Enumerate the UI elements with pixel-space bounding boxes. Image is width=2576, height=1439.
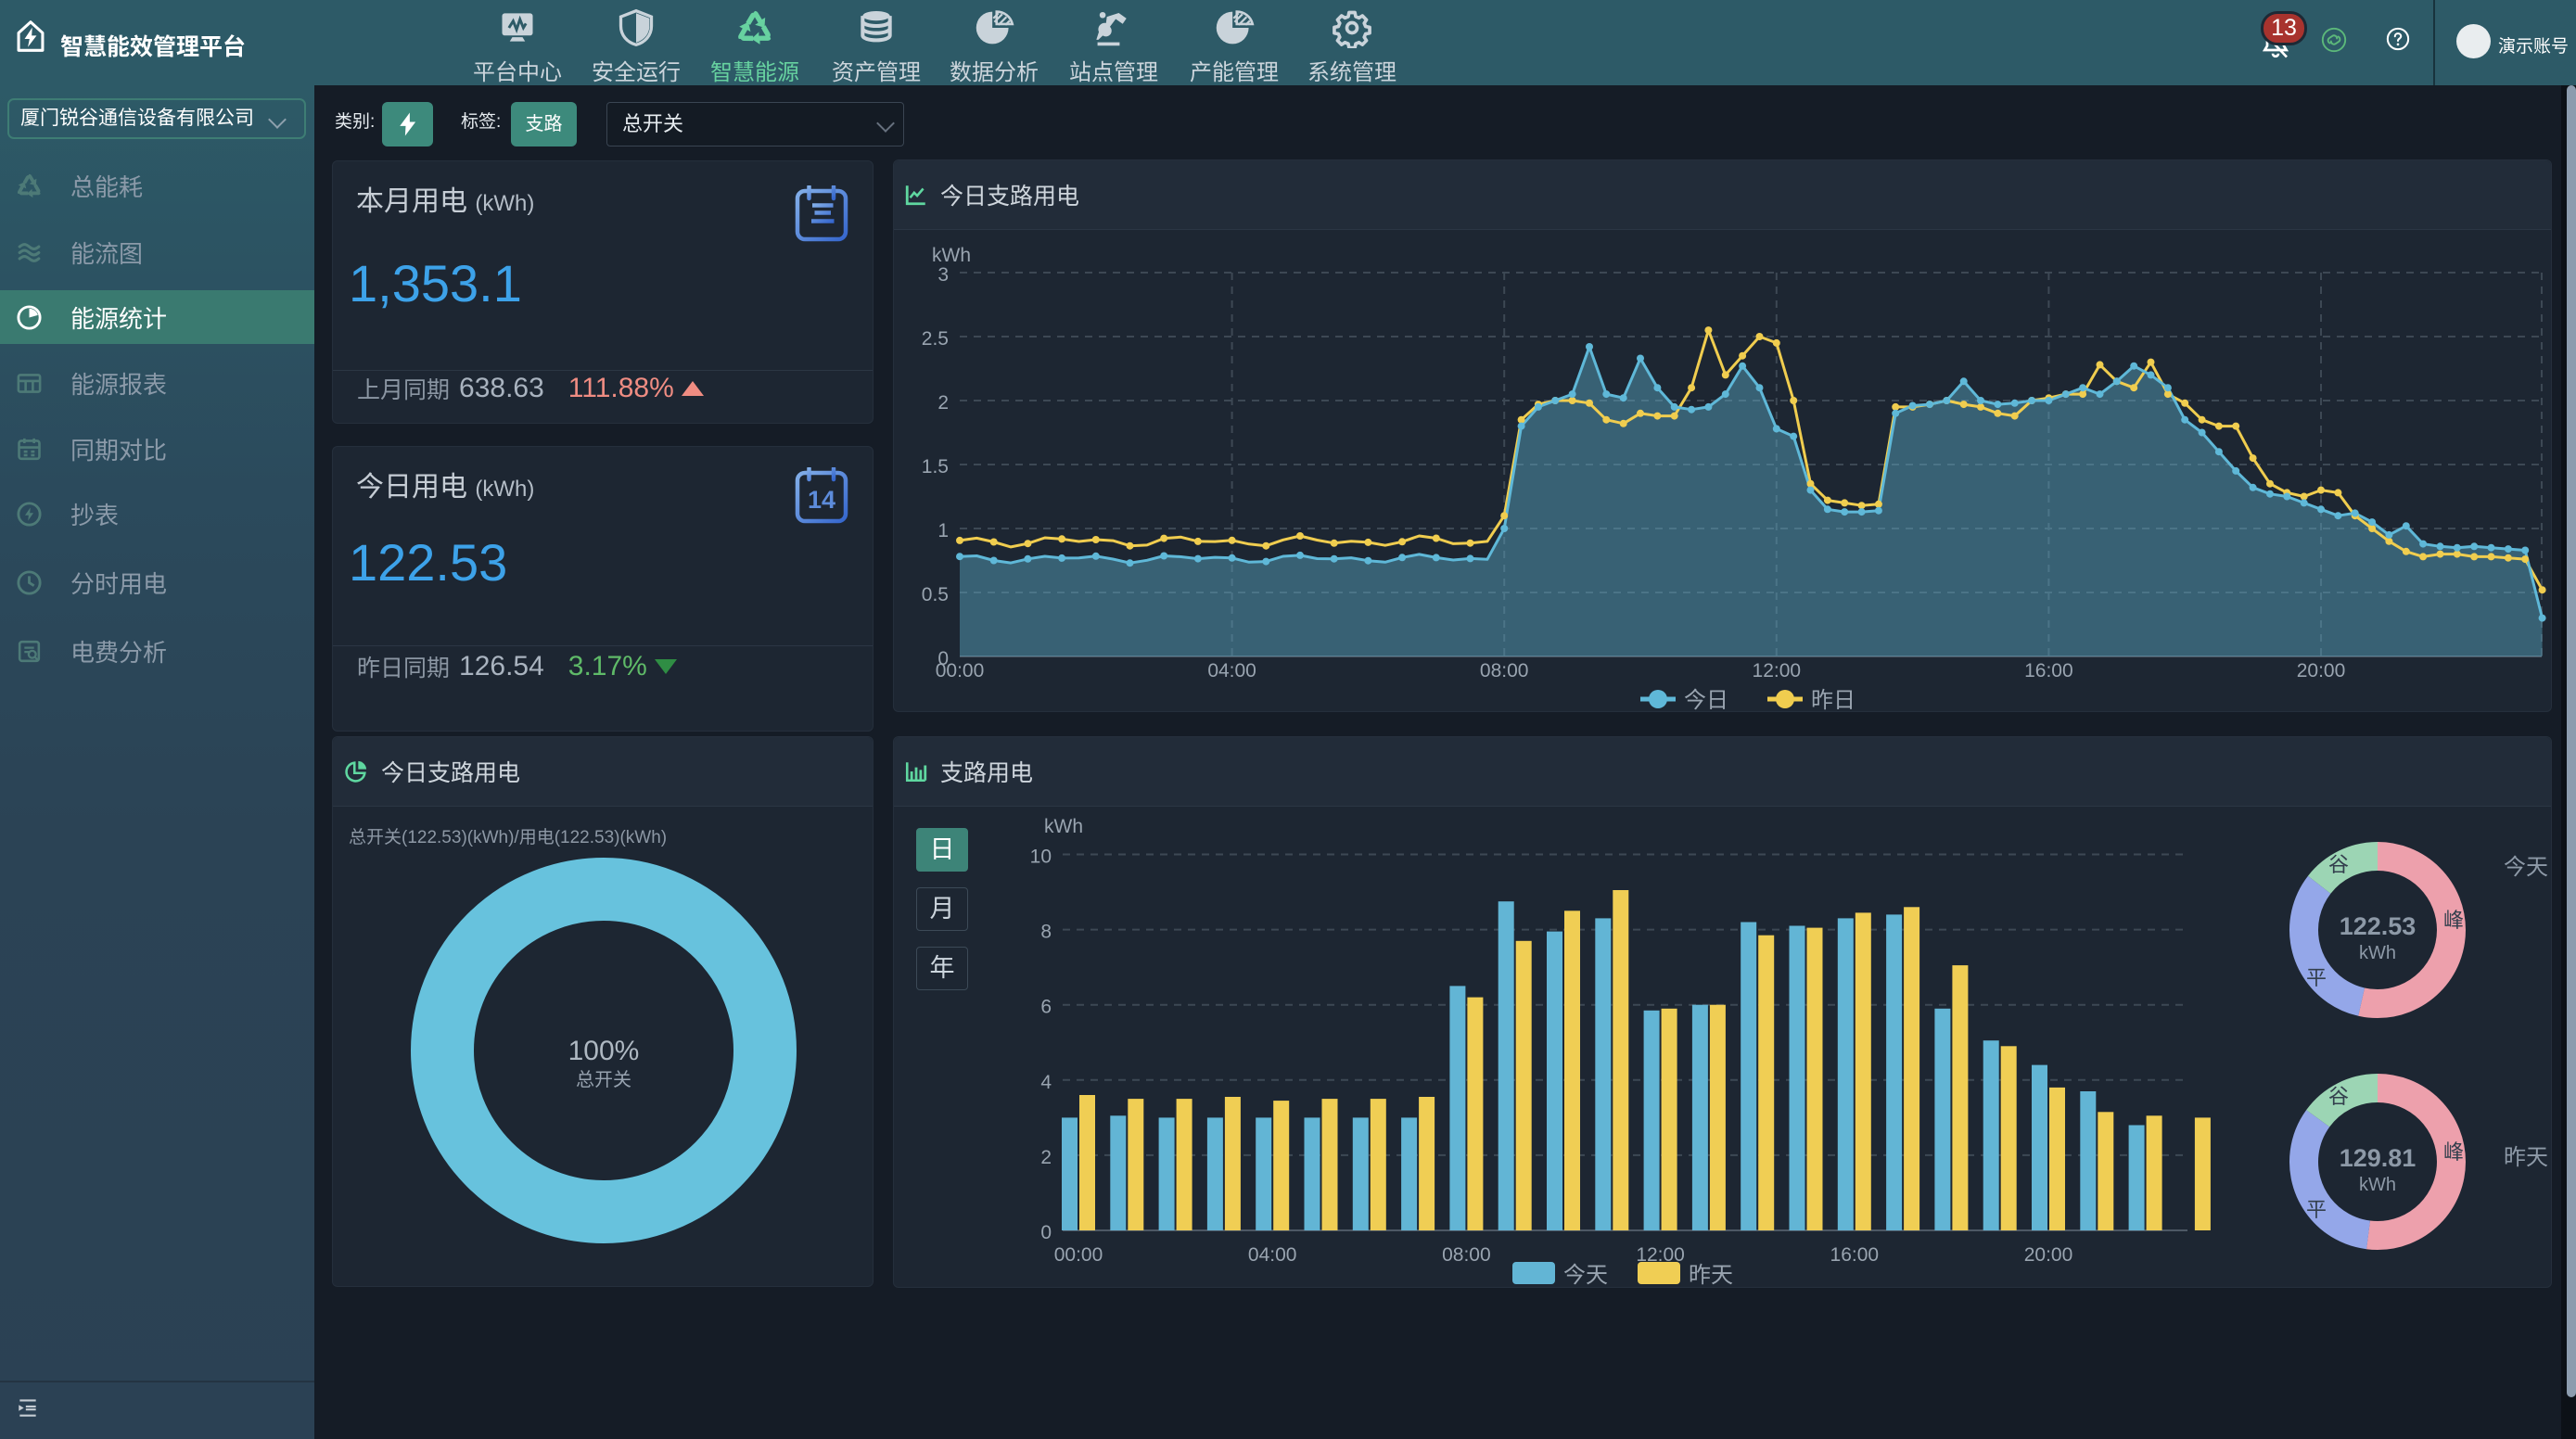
svg-text:今天: 今天 [1563,1263,1608,1288]
svg-text:今日: 今日 [1684,688,1728,713]
svg-text:6: 6 [1040,997,1052,1018]
svg-text:kWh: kWh [932,245,971,266]
svg-text:昨天: 昨天 [2504,1139,2548,1171]
svg-text:00:00: 00:00 [1054,1244,1103,1266]
svg-text:04:00: 04:00 [1248,1244,1297,1266]
svg-text:2.5: 2.5 [922,328,949,350]
svg-text:20:00: 20:00 [2024,1244,2073,1266]
svg-text:谷: 谷 [2328,853,2349,876]
svg-text:10: 10 [1030,847,1052,868]
svg-text:20:00: 20:00 [2297,660,2346,681]
svg-text:14: 14 [808,486,835,514]
svg-text:峰: 峰 [2443,909,2464,932]
svg-text:1: 1 [937,520,949,541]
svg-text:04:00: 04:00 [1207,660,1256,681]
svg-text:峰: 峰 [2443,1140,2464,1164]
svg-text:总开关: 总开关 [576,1064,631,1091]
svg-text:昨日: 昨日 [1811,688,1855,713]
svg-text:平: 平 [2306,1198,2327,1221]
svg-text:1.5: 1.5 [922,456,949,478]
svg-text:昨天: 昨天 [1689,1263,1733,1288]
svg-text:0: 0 [1040,1222,1052,1243]
svg-text:8: 8 [1040,922,1052,943]
svg-text:2: 2 [1040,1147,1052,1168]
svg-text:kWh: kWh [2359,943,2396,963]
svg-text:00:00: 00:00 [936,660,985,681]
svg-text:平: 平 [2306,966,2327,989]
svg-text:3: 3 [937,264,949,286]
svg-text:今天: 今天 [2504,848,2548,881]
svg-text:122.53: 122.53 [2340,912,2417,940]
svg-text:12:00: 12:00 [1753,660,1802,681]
svg-text:08:00: 08:00 [1480,660,1529,681]
svg-text:100%: 100% [568,1036,640,1066]
svg-text:4: 4 [1040,1072,1052,1093]
svg-text:0.5: 0.5 [922,584,949,605]
svg-text:2: 2 [937,392,949,414]
svg-text:16:00: 16:00 [2024,660,2073,681]
svg-text:kWh: kWh [1044,816,1083,837]
svg-text:129.81: 129.81 [2340,1144,2417,1172]
svg-text:08:00: 08:00 [1442,1244,1491,1266]
svg-text:kWh: kWh [2359,1175,2396,1195]
svg-text:16:00: 16:00 [1830,1244,1880,1266]
svg-text:谷: 谷 [2328,1085,2349,1108]
